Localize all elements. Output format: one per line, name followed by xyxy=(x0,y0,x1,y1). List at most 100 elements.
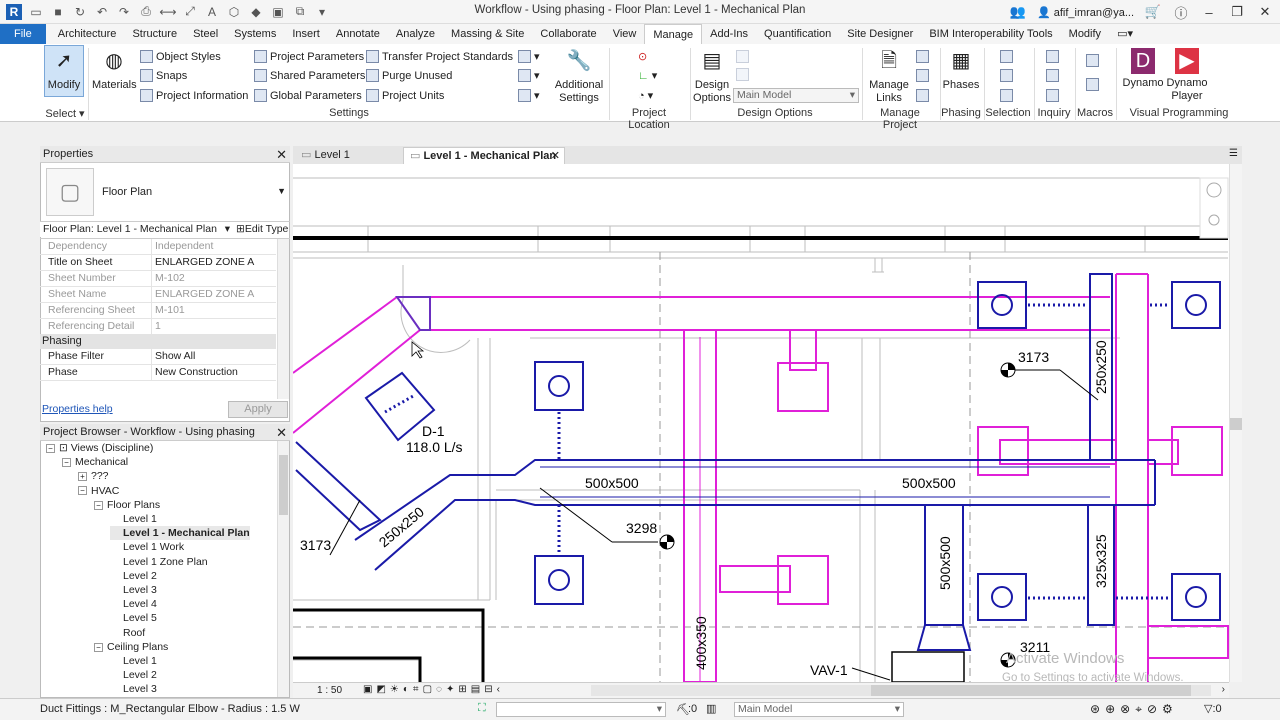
browser-item[interactable]: − ⊡ Views (Discipline) xyxy=(46,441,153,455)
select-by-face-icon[interactable]: ⌖ xyxy=(1135,702,1147,716)
tab-structure[interactable]: Structure xyxy=(124,24,185,44)
tab-view[interactable]: View xyxy=(605,24,645,44)
pick-to-edit-button[interactable] xyxy=(736,68,749,81)
tab-steel[interactable]: Steel xyxy=(185,24,226,44)
filter-icon[interactable]: ▥ xyxy=(706,702,716,715)
space-tag-label[interactable]: 3173 xyxy=(300,537,331,553)
transfer-standards-button[interactable]: Transfer Project Standards xyxy=(366,50,513,63)
dimension-icon[interactable]: ⤢ xyxy=(182,4,198,20)
property-row[interactable]: Sheet Name ENLARGED ZONE A xyxy=(40,287,276,303)
starting-view-button[interactable] xyxy=(916,69,929,82)
macro-manager-button[interactable] xyxy=(1086,54,1099,67)
horizontal-scrollbar[interactable] xyxy=(591,685,1211,696)
view-control-icons[interactable]: ▣◩☀◐⌗▢◌✦⊞▤⊟‹ xyxy=(363,684,504,695)
close-tab-icon[interactable]: ✕ xyxy=(551,148,560,165)
background-process-icon[interactable]: ⚙ xyxy=(1162,702,1178,716)
3d-view-icon[interactable]: ⬡ xyxy=(226,4,242,20)
help-icon[interactable]: ⓘ xyxy=(1172,3,1190,21)
workset-select[interactable]: ▾ xyxy=(496,702,666,717)
close-button[interactable]: ✕ xyxy=(1256,3,1274,21)
tab-file[interactable]: File xyxy=(0,24,46,44)
scrollbar-thumb[interactable] xyxy=(1230,418,1242,430)
macro-security-button[interactable] xyxy=(1086,78,1099,91)
property-row[interactable]: Title on Sheet ENLARGED ZONE A xyxy=(40,255,276,271)
apply-button[interactable]: Apply xyxy=(228,401,288,418)
select-underlay-icon[interactable]: ⊕ xyxy=(1105,702,1120,716)
text-icon[interactable]: A xyxy=(204,4,220,20)
property-row[interactable]: Referencing Sheet M-101 xyxy=(40,303,276,319)
vav-tag-label[interactable]: VAV-1 xyxy=(810,662,848,678)
close-icon[interactable]: ✕ xyxy=(276,146,287,163)
sun-path-icon[interactable]: ☀ xyxy=(390,684,403,695)
manage-links-button[interactable]: 🗎 Manage Links xyxy=(866,46,912,105)
tab-add-ins[interactable]: Add-Ins xyxy=(702,24,756,44)
shared-parameters-button[interactable]: Shared Parameters xyxy=(254,69,365,82)
properties-scrollbar[interactable] xyxy=(277,239,289,399)
browser-item[interactable]: Level 4 xyxy=(110,597,157,611)
browser-item[interactable]: Level 2 xyxy=(110,668,157,682)
manage-images-button[interactable] xyxy=(916,50,929,63)
select-group-label[interactable]: Select ▾ xyxy=(44,107,86,120)
scroll-right-icon[interactable]: › xyxy=(1222,684,1225,695)
tab-quantification[interactable]: Quantification xyxy=(756,24,839,44)
browser-item[interactable]: − Floor Plans xyxy=(94,498,160,512)
analytical-model-icon[interactable]: ⊞ xyxy=(458,684,470,695)
browser-item[interactable]: Level 3 xyxy=(110,682,157,696)
tab-annotate[interactable]: Annotate xyxy=(328,24,388,44)
space-tag-label[interactable]: 3173 xyxy=(1018,349,1049,365)
save-icon[interactable]: ■ xyxy=(50,4,66,20)
selection-toggle-icons[interactable]: ⊛⊕⊗⌖⊘⚙ xyxy=(1090,702,1178,717)
select-links-icon[interactable]: ⊛ xyxy=(1090,702,1105,716)
position-button[interactable]: ◔ ▾ xyxy=(638,89,653,103)
warnings-button[interactable] xyxy=(1046,89,1059,102)
property-row[interactable]: Dependency Independent xyxy=(40,239,276,255)
view-tab-mechanical-plan[interactable]: ▭ Level 1 - Mechanical Plan ✕ xyxy=(403,147,565,164)
browser-item[interactable]: Level 1 - Mechanical Plan xyxy=(110,526,250,541)
vertical-scrollbar[interactable] xyxy=(1229,164,1242,682)
navigation-bar[interactable] xyxy=(1199,177,1229,239)
view-tab-level-1[interactable]: ▭ Level 1 xyxy=(295,147,401,164)
property-value[interactable]: ENLARGED ZONE A xyxy=(152,255,254,270)
expand-icon[interactable]: + xyxy=(78,472,87,482)
tab-analyze[interactable]: Analyze xyxy=(388,24,443,44)
snaps-button[interactable]: Snaps xyxy=(140,69,187,82)
phase-property-row[interactable]: Phase Filter Show All xyxy=(40,349,276,365)
duct-size-label[interactable]: 250x250 xyxy=(376,503,428,550)
redo-icon[interactable]: ↷ xyxy=(116,4,132,20)
browser-item[interactable]: Level 1 Work xyxy=(110,540,184,554)
edit-type-button[interactable]: ⊞Edit Type xyxy=(236,223,288,235)
scroll-left-icon[interactable]: ‹ xyxy=(497,684,504,695)
tab-manage[interactable]: Manage xyxy=(644,24,703,44)
project-units-button[interactable]: Project Units xyxy=(366,89,444,102)
duct-size-label[interactable]: 325x325 xyxy=(1093,534,1109,588)
browser-item[interactable]: Level 1 xyxy=(110,512,157,526)
user-account[interactable]: 👤 afif_imran@ya... xyxy=(1037,6,1134,19)
browser-item[interactable]: Level 1 xyxy=(110,654,157,668)
project-information-button[interactable]: Project Information xyxy=(140,89,248,102)
type-selector[interactable]: ▢ Floor Plan ▼ xyxy=(40,164,290,222)
duct-size-label[interactable]: 250x250 xyxy=(1093,340,1109,394)
browser-item[interactable]: − Mechanical xyxy=(62,455,128,469)
show-crop-icon[interactable]: ▢ xyxy=(423,684,436,695)
collapse-icon[interactable]: − xyxy=(94,500,103,510)
tab-menu-icon[interactable]: ☰ xyxy=(1229,148,1238,159)
collapse-icon[interactable]: − xyxy=(46,443,55,453)
reveal-constraints-icon[interactable]: ⊟ xyxy=(484,684,496,695)
dynamo-player-button[interactable]: ▶ Dynamo Player xyxy=(1166,46,1208,103)
dynamo-button[interactable]: D Dynamo xyxy=(1122,46,1164,90)
collapse-icon[interactable]: − xyxy=(94,642,103,652)
drawing-canvas[interactable]: D-1 118.0 L/s 500x500 500x500 3298 3173 … xyxy=(293,164,1229,682)
drag-elements-icon[interactable]: ⊘ xyxy=(1147,702,1162,716)
minimize-button[interactable]: – xyxy=(1200,3,1218,21)
cart-icon[interactable]: 🛒 xyxy=(1144,3,1162,21)
section-icon[interactable]: ◆ xyxy=(248,4,264,20)
modify-button[interactable]: ➚ Modify xyxy=(44,45,84,97)
purge-unused-button[interactable]: Purge Unused xyxy=(366,69,452,82)
close-hidden-icon[interactable]: ▣ xyxy=(270,4,286,20)
tab-massing-site[interactable]: Massing & Site xyxy=(443,24,532,44)
properties-help-link[interactable]: Properties help xyxy=(42,403,113,415)
add-to-set-button[interactable] xyxy=(736,50,749,63)
structural-settings-button[interactable]: ▾ xyxy=(518,50,540,63)
ribbon-options-icon[interactable]: ▭▾ xyxy=(1109,24,1141,44)
load-selection-button[interactable] xyxy=(1000,69,1013,82)
